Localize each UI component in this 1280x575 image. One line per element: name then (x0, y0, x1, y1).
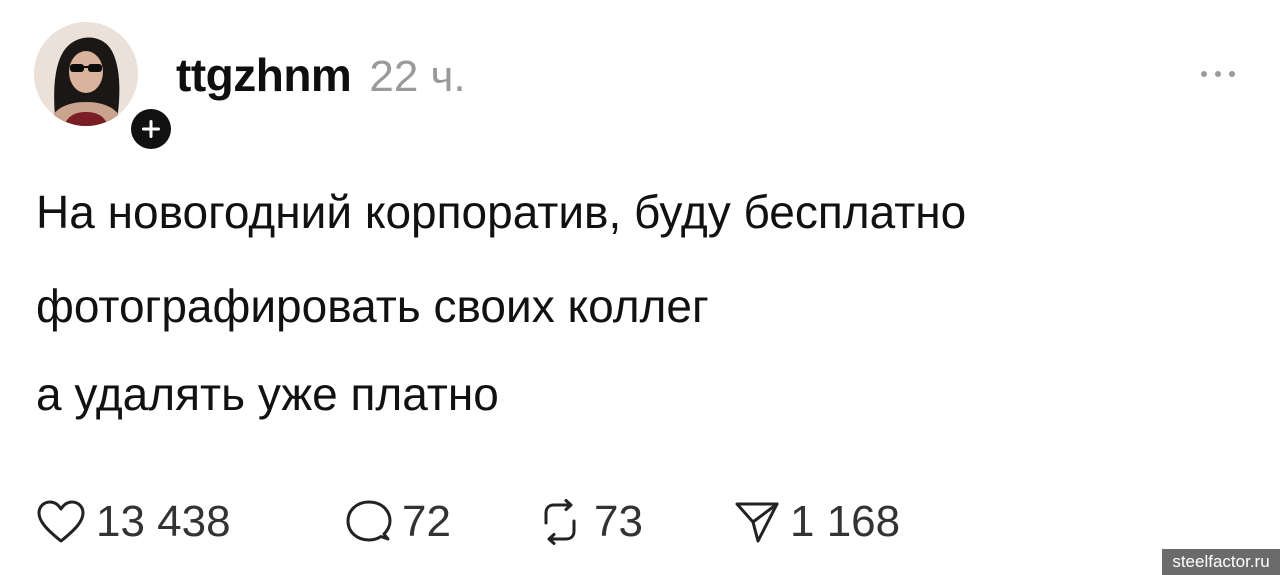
repost-count: 73 (594, 497, 643, 546)
reply-button[interactable]: 72 (346, 492, 451, 552)
avatar-container (34, 22, 176, 154)
avatar-image (34, 22, 138, 126)
post-meta: ttgzhnm 22 ч. (176, 48, 466, 102)
plus-icon (131, 109, 171, 149)
share-count: 1 168 (790, 497, 901, 546)
share-button[interactable]: 1 168 (734, 492, 900, 552)
post-card: ttgzhnm 22 ч. На новогодний корпоратив, … (0, 0, 1280, 575)
more-options-button[interactable] (1194, 62, 1242, 86)
post-text-line: фотографировать своих коллег (36, 280, 709, 332)
post-text-line: а удалять уже платно (36, 368, 499, 420)
like-count: 13 438 (96, 497, 231, 546)
repost-button[interactable]: 73 (536, 492, 643, 552)
post-text-line: На новогодний корпоратив, буду бесплатно (36, 186, 967, 238)
reply-count: 72 (402, 497, 451, 546)
avatar[interactable] (34, 22, 138, 126)
send-paper-plane-icon (734, 499, 780, 545)
comment-bubble-icon (346, 499, 392, 545)
username-link[interactable]: ttgzhnm (176, 48, 352, 102)
watermark: steelfactor.ru (1162, 549, 1280, 575)
heart-icon (36, 499, 86, 545)
repost-arrows-icon (536, 499, 584, 545)
follow-button[interactable] (126, 104, 176, 154)
more-dots-icon (1201, 71, 1235, 77)
post-time: 22 ч. (369, 52, 466, 101)
like-button[interactable]: 13 438 (36, 492, 231, 552)
